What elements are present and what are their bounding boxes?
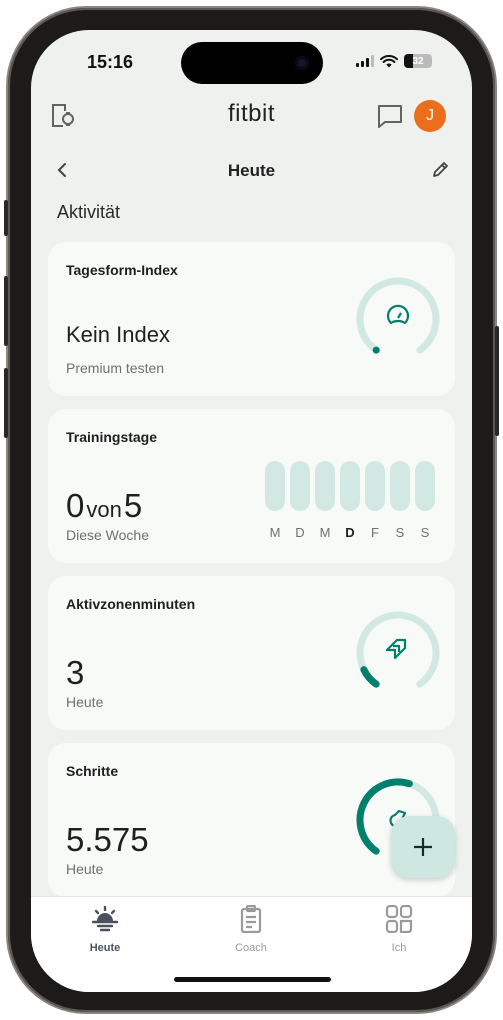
day-label: M <box>269 525 281 540</box>
day-bar <box>365 461 385 511</box>
day-bar <box>390 461 410 511</box>
dynamic-island <box>181 42 323 84</box>
day-bar <box>265 461 285 511</box>
home-indicator[interactable] <box>174 977 331 982</box>
day-bar <box>415 461 435 511</box>
status-icons: 32 <box>356 54 432 68</box>
day-bar <box>315 461 335 511</box>
tab-bar: Heute Coach Ich <box>31 896 472 992</box>
silent-switch <box>4 200 8 236</box>
card-label: Trainingstage <box>66 429 158 445</box>
tab-label: Ich <box>391 942 407 954</box>
volume-down-button <box>4 368 8 438</box>
sunrise-icon <box>91 905 119 932</box>
status-time: 15:16 <box>87 52 134 72</box>
chat-bubble-icon[interactable] <box>376 102 404 135</box>
card-value: 5.575 <box>66 821 149 858</box>
pencil-icon[interactable] <box>430 160 450 185</box>
power-button <box>495 326 499 436</box>
azm-ring <box>356 611 440 688</box>
day-label: S <box>420 525 430 540</box>
readiness-card[interactable]: Tagesform-Index Kein Index Premium teste… <box>48 242 455 396</box>
app-bar: fitbit J <box>31 96 472 136</box>
volume-up-button <box>4 276 8 346</box>
day-bar <box>290 461 310 511</box>
plus-icon <box>414 838 432 856</box>
camera <box>295 56 309 70</box>
card-label: Schritte <box>66 763 119 779</box>
tab-label: Coach <box>235 942 267 954</box>
card-sub: Heute <box>66 694 104 710</box>
training-days-count: 0 <box>66 487 85 524</box>
signal-icon <box>356 55 374 67</box>
active-zone-minutes-card[interactable]: Aktivzonenminuten 3 Heute <box>48 576 455 730</box>
day-label: D <box>295 525 305 540</box>
readiness-ring <box>356 277 440 354</box>
day-label: F <box>371 525 379 540</box>
card-sub: Heute <box>66 861 104 877</box>
speedometer-icon <box>386 304 410 325</box>
screen: 15:16 32 fitbit J Heute Aktivität Tagesf… <box>31 30 472 992</box>
sub-header: Heute <box>31 158 472 184</box>
clipboard-icon <box>240 904 262 934</box>
card-label: Tagesform-Index <box>66 262 178 278</box>
tab-heute[interactable]: Heute <box>65 905 145 954</box>
avatar[interactable]: J <box>414 100 446 132</box>
section-title: Aktivität <box>57 202 121 222</box>
active-zone-arrows-icon <box>385 638 407 660</box>
day-label: S <box>395 525 405 540</box>
premium-link[interactable]: Premium testen <box>66 360 164 376</box>
day-bars <box>265 461 435 511</box>
fitbit-logo: fitbit <box>227 100 275 127</box>
add-button[interactable] <box>391 816 455 878</box>
card-value: 0von5 <box>66 487 142 525</box>
card-label: Aktivzonenminuten <box>66 596 196 612</box>
training-days-goal: 5 <box>123 487 143 524</box>
tab-label: Heute <box>89 942 121 954</box>
page-title: Heute <box>227 161 276 180</box>
day-labels: MDMDFSS <box>265 525 435 540</box>
wifi-icon <box>380 54 398 67</box>
training-days-connector: von <box>86 497 122 522</box>
tab-coach[interactable]: Coach <box>211 904 291 954</box>
day-label: M <box>319 525 331 540</box>
day-label: D <box>345 525 355 540</box>
ring-start-dot <box>372 346 380 354</box>
day-bar <box>340 461 360 511</box>
card-sub: Diese Woche <box>66 527 150 543</box>
card-value: 3 <box>66 654 85 691</box>
battery-level: 32 <box>412 55 424 67</box>
card-value: Kein Index <box>66 322 170 347</box>
grid-icon <box>385 904 413 934</box>
training-days-card[interactable]: Trainingstage 0von5 Diese Woche MDMDFSS <box>48 409 455 563</box>
tab-ich[interactable]: Ich <box>359 904 439 954</box>
steps-card[interactable]: Schritte 5.575 Heute <box>48 743 455 897</box>
battery-icon: 32 <box>404 54 432 68</box>
